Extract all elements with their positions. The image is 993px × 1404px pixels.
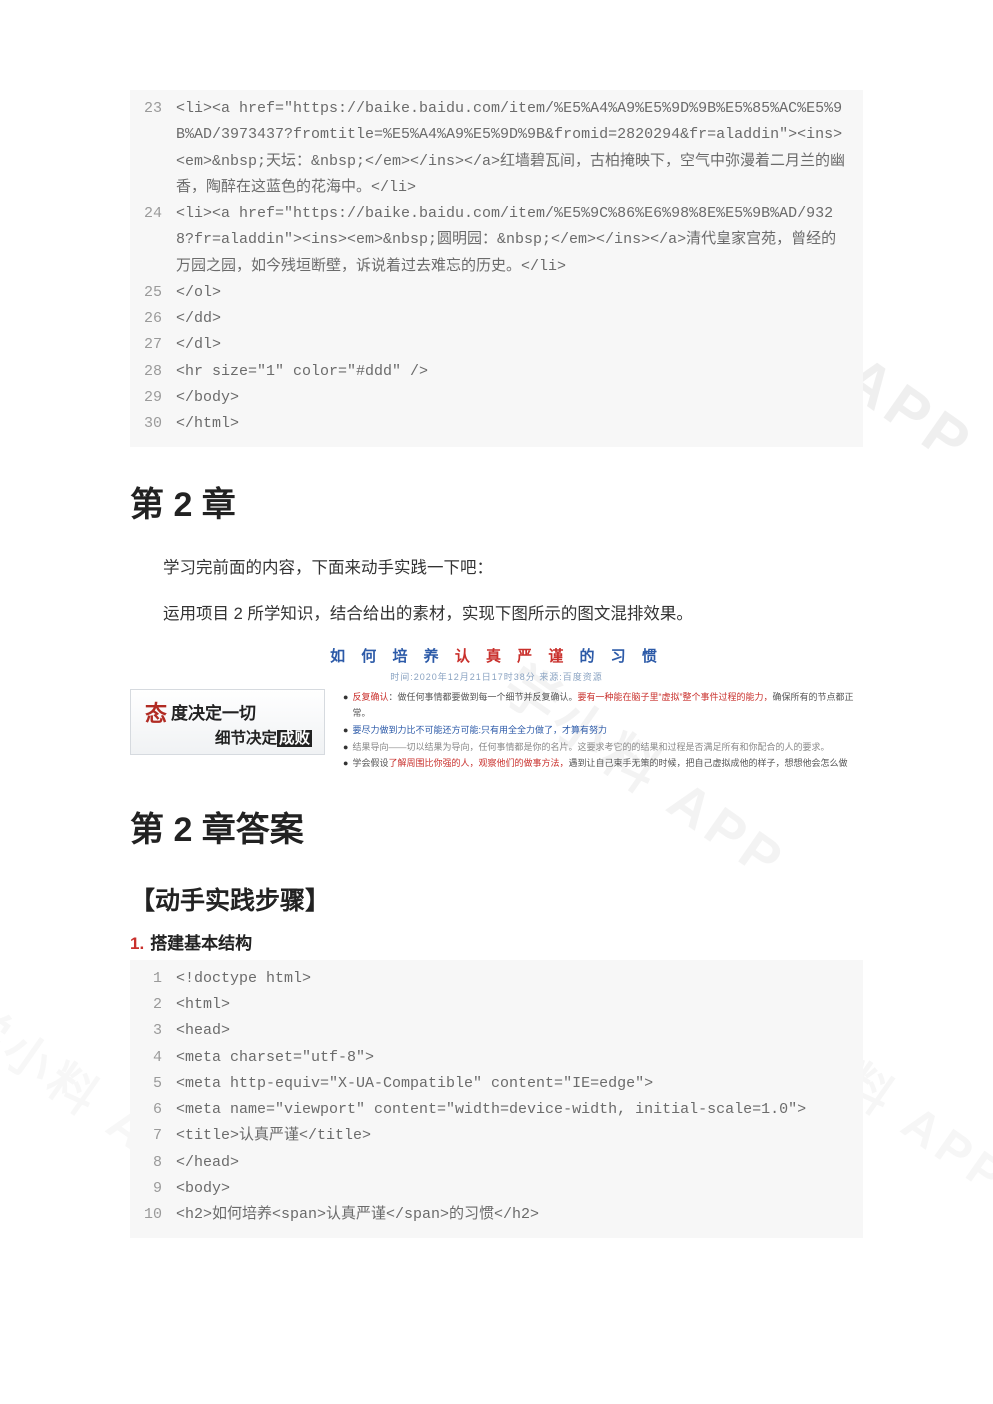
code-line: 24 <li><a href="https://baike.baidu.com/… [130,201,863,280]
code-line: 30</html> [130,411,863,437]
code-text: <body> [176,1176,863,1202]
bullet-icon: ● [343,755,348,772]
code-block-bottom: 1<!doctype html>2<html>3<head>4<meta cha… [130,960,863,1239]
mock-title-c: 的 习 惯 [580,648,663,665]
attitude-icon: 态 [145,696,167,728]
bullet-text: 反复确认：做任何事情都要做到每一个细节并反复确认。要有一种能在脑子里“虚拟”整个… [352,689,863,722]
line-number: 28 [130,359,176,385]
code-line: 25 </ol> [130,280,863,306]
code-line: 29</body> [130,385,863,411]
line-number: 5 [130,1071,176,1097]
line-number: 9 [130,1176,176,1202]
line-number: 7 [130,1123,176,1149]
code-text: <title>认真严谨</title> [176,1123,863,1149]
line-number: 8 [130,1150,176,1176]
code-line: 23 <li><a href="https://baike.baidu.com/… [130,96,863,201]
mock-figure: 如 何 培 养 认 真 严 谨 的 习 惯 时间:2020年12月21日17时3… [130,645,863,772]
code-line: 10<h2>如何培养<span>认真严谨</span>的习惯</h2> [130,1202,863,1228]
bullet-text: 要尽力做到力比不可能还方可能:只有用全全力做了，才算有努力 [352,722,607,739]
step-1-label: 搭建基本结构 [150,934,252,953]
bullet-text: 结果导向——切以结果为导向，任何事情都是你的名片。这要求考它的的结果和过程是否满… [352,739,829,756]
line-number: 25 [130,280,176,306]
line-number: 1 [130,966,176,992]
code-line: 2<html> [130,992,863,1018]
code-text: <h2>如何培养<span>认真严谨</span>的习惯</h2> [176,1202,863,1228]
code-text: </dl> [176,332,863,358]
code-line: 27 </dl> [130,332,863,358]
code-line: 6<meta name="viewport" content="width=de… [130,1097,863,1123]
bullet-icon: ● [343,739,348,756]
code-text: <li><a href="https://baike.baidu.com/ite… [176,201,863,280]
mock-title-b: 认 真 严 谨 [455,648,570,665]
chapter-2-answer-title: 第 2 章答案 [130,802,863,851]
line-number: 24 [130,201,176,280]
step-1-number: 1. [130,934,144,953]
section-steps-title: 【动手实践步骤】 [130,881,863,917]
code-text: <meta name="viewport" content="width=dev… [176,1097,863,1123]
code-text: <meta http-equiv="X-UA-Compatible" conte… [176,1071,863,1097]
code-text: <meta charset="utf-8"> [176,1045,863,1071]
line-number: 23 [130,96,176,201]
code-line: 26 </dd> [130,306,863,332]
code-text: <!doctype html> [176,966,863,992]
line-number: 3 [130,1018,176,1044]
bullet-icon: ● [343,722,348,739]
code-text: </dd> [176,306,863,332]
line-number: 27 [130,332,176,358]
line-number: 6 [130,1097,176,1123]
line-number: 4 [130,1045,176,1071]
mock-bullet: ●反复确认：做任何事情都要做到每一个细节并反复确认。要有一种能在脑子里“虚拟”整… [343,689,863,722]
code-line: 28 <hr size="1" color="#ddd" /> [130,359,863,385]
line-number: 10 [130,1202,176,1228]
code-text: <hr size="1" color="#ddd" /> [176,359,863,385]
line-number: 29 [130,385,176,411]
code-line: 4<meta charset="utf-8"> [130,1045,863,1071]
step-1-heading: 1. 搭建基本结构 [130,929,863,954]
line-number: 30 [130,411,176,437]
mock-title: 如 何 培 养 认 真 严 谨 的 习 惯 [130,645,863,666]
intro-line-1: 学习完前面的内容，下面来动手实践一下吧： [130,552,863,584]
code-text: <html> [176,992,863,1018]
bullet-icon: ● [343,689,348,722]
code-text: <li><a href="https://baike.baidu.com/ite… [176,96,863,201]
chapter-2-title: 第 2 章 [130,477,863,526]
code-text: </html> [176,411,863,437]
bullet-text: 学会假设了解周围比你强的人，观察他们的做事方法，遇到让自己束手无策的时候，把自己… [352,755,847,772]
code-line: 8</head> [130,1150,863,1176]
mock-left-card: 态 度决定一切 细节决定成败 [130,689,325,755]
mock-bullet: ●学会假设了解周围比你强的人，观察他们的做事方法，遇到让自己束手无策的时候，把自… [343,755,863,772]
mock-bullet: ●结果导向——切以结果为导向，任何事情都是你的名片。这要求考它的的结果和过程是否… [343,739,863,756]
mock-bullet: ●要尽力做到力比不可能还方可能:只有用全全力做了，才算有努力 [343,722,863,739]
mock-left-line1: 态 度决定一切 [145,696,324,728]
mock-subtitle: 时间:2020年12月21日17时38分 来源:百度资源 [130,670,863,683]
code-line: 7<title>认真严谨</title> [130,1123,863,1149]
mock-bullet-list: ●反复确认：做任何事情都要做到每一个细节并反复确认。要有一种能在脑子里“虚拟”整… [343,689,863,772]
intro-line-2: 运用项目 2 所学知识，结合给出的素材，实现下图所示的图文混排效果。 [130,598,863,630]
code-line: 1<!doctype html> [130,966,863,992]
code-line: 3<head> [130,1018,863,1044]
line-number: 26 [130,306,176,332]
code-line: 5<meta http-equiv="X-UA-Compatible" cont… [130,1071,863,1097]
code-text: </head> [176,1150,863,1176]
code-text: <head> [176,1018,863,1044]
code-line: 9<body> [130,1176,863,1202]
mock-left-line2: 细节决定成败 [145,726,324,748]
code-text: </ol> [176,280,863,306]
code-text: </body> [176,385,863,411]
mock-title-a: 如 何 培 养 [330,648,445,665]
code-block-top: 23 <li><a href="https://baike.baidu.com/… [130,90,863,447]
line-number: 2 [130,992,176,1018]
